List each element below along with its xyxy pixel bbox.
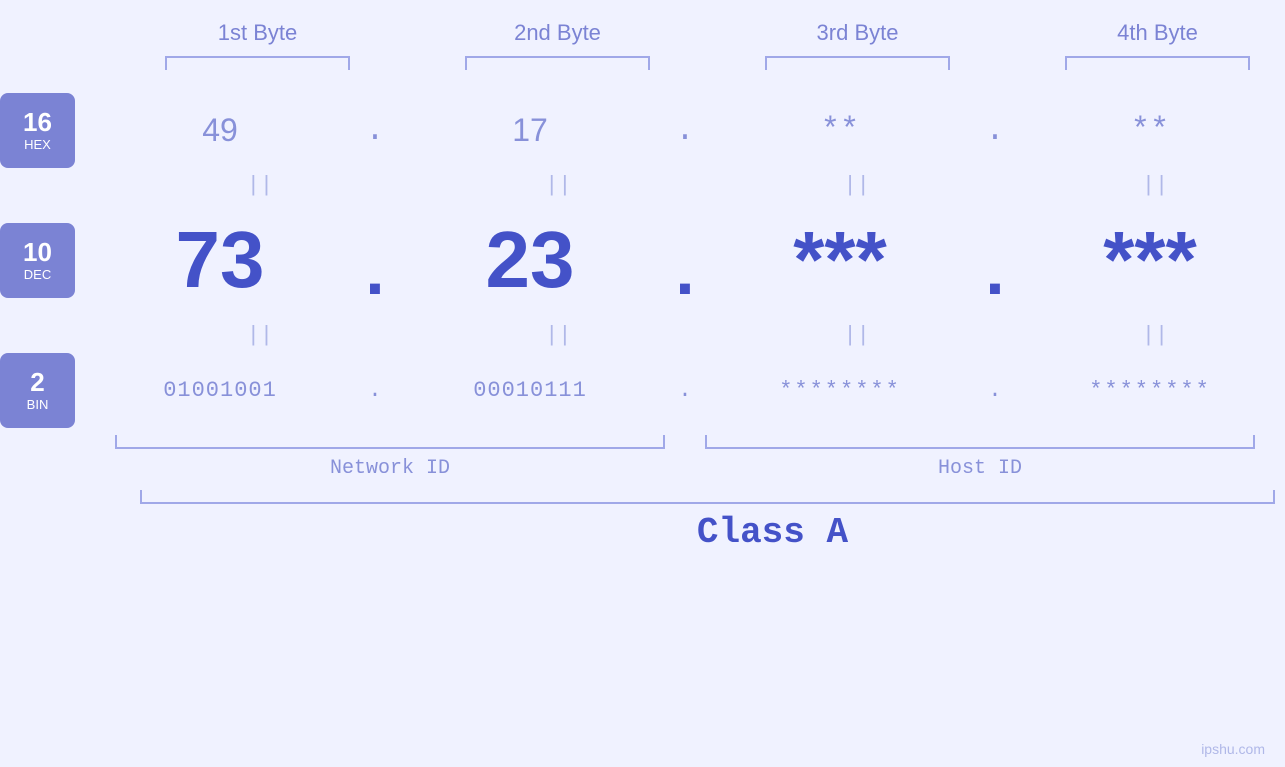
dec-b3-group: *** xyxy=(705,214,975,306)
bottom-brackets-row xyxy=(0,435,1285,449)
hex-dot2: . xyxy=(665,112,705,149)
hex-b4-group: ** xyxy=(1015,112,1285,149)
dec-badge-label: DEC xyxy=(24,267,51,282)
dec-dot3: . xyxy=(975,210,1015,310)
bin-b3: ******** xyxy=(779,378,901,403)
bin-b2-group: 00010111 xyxy=(395,378,665,403)
hex-dot1: . xyxy=(355,112,395,149)
bin-badge-label: BIN xyxy=(27,397,49,412)
dec-dot1: . xyxy=(355,210,395,310)
sep-dec-bin: || || || || xyxy=(130,320,1285,350)
dec-badge-cell: 10 DEC xyxy=(0,200,75,320)
sep-hex-dec-b2: || xyxy=(428,173,688,198)
class-bracket xyxy=(140,490,1275,504)
class-bracket-row xyxy=(0,490,1285,504)
class-label-row: Class A xyxy=(0,512,1285,553)
bracket-byte3 xyxy=(765,56,950,70)
sep-hex-dec-b1: || xyxy=(130,173,390,198)
dec-badge-num: 10 xyxy=(23,238,52,267)
dec-row-wrapper: 10 DEC 73 . 23 . *** . *** xyxy=(0,200,1285,320)
hex-dot3: . xyxy=(975,112,1015,149)
byte-headers: 1st Byte 2nd Byte 3rd Byte 4th Byte xyxy=(108,20,1285,46)
bin-dot3: . xyxy=(975,378,1015,403)
hex-badge-label: HEX xyxy=(24,137,51,152)
sep-hex-dec-b4: || xyxy=(1025,173,1285,198)
bin-badge: 2 BIN xyxy=(0,353,75,428)
dec-b3: *** xyxy=(793,214,886,306)
dec-b1: 73 xyxy=(176,214,265,306)
host-bracket xyxy=(705,435,1255,449)
id-labels-row: Network ID Host ID xyxy=(0,457,1285,480)
byte1-header: 1st Byte xyxy=(148,20,368,46)
byte2-header: 2nd Byte xyxy=(448,20,668,46)
bin-dot1: . xyxy=(355,378,395,403)
hex-badge-cell: 16 HEX xyxy=(0,90,75,170)
host-id-label: Host ID xyxy=(685,457,1275,480)
dec-badge: 10 DEC xyxy=(0,223,75,298)
hex-b1-group: 49 xyxy=(85,112,355,149)
hex-b2-group: 17 xyxy=(395,112,665,149)
byte4-header: 4th Byte xyxy=(1048,20,1268,46)
bin-b3-group: ******** xyxy=(705,378,975,403)
bin-b4: ******** xyxy=(1089,378,1211,403)
sep-dec-bin-b1: || xyxy=(130,323,390,348)
byte3-header: 3rd Byte xyxy=(748,20,968,46)
sep-hex-dec: || || || || xyxy=(130,170,1285,200)
sep-hex-dec-b3: || xyxy=(727,173,987,198)
bin-b1-group: 01001001 xyxy=(85,378,355,403)
id-labels-inner: Network ID Host ID xyxy=(85,457,1285,480)
bin-b2: 00010111 xyxy=(473,378,587,403)
network-bracket xyxy=(115,435,665,449)
bin-b4-group: ******** xyxy=(1015,378,1285,403)
bin-badge-cell: 2 BIN xyxy=(0,350,75,430)
dec-values: 73 . 23 . *** . *** xyxy=(75,200,1285,320)
hex-badge-num: 16 xyxy=(23,108,52,137)
bracket-byte2 xyxy=(465,56,650,70)
dec-b1-group: 73 xyxy=(85,214,355,306)
top-brackets xyxy=(108,56,1285,70)
hex-b4: ** xyxy=(1131,112,1169,149)
bin-row-wrapper: 2 BIN 01001001 . 00010111 . ******** . *… xyxy=(0,350,1285,430)
dec-b4-group: *** xyxy=(1015,214,1285,306)
sep-dec-bin-b4: || xyxy=(1025,323,1285,348)
dec-b2: 23 xyxy=(486,214,575,306)
hex-b2: 17 xyxy=(512,112,548,149)
hex-badge: 16 HEX xyxy=(0,93,75,168)
dec-b4: *** xyxy=(1103,214,1196,306)
bin-dot2: . xyxy=(665,378,705,403)
hex-values: 49 . 17 . ** . ** xyxy=(75,90,1285,170)
watermark: ipshu.com xyxy=(1201,741,1265,757)
bin-values: 01001001 . 00010111 . ******** . *******… xyxy=(75,350,1285,430)
network-id-label: Network ID xyxy=(95,457,685,480)
bin-badge-num: 2 xyxy=(30,368,44,397)
hex-b3-group: ** xyxy=(705,112,975,149)
dec-b2-group: 23 xyxy=(395,214,665,306)
dec-dot2: . xyxy=(665,210,705,310)
bracket-byte4 xyxy=(1065,56,1250,70)
network-bracket-group xyxy=(95,435,685,449)
sep-dec-bin-b2: || xyxy=(428,323,688,348)
hex-b1: 49 xyxy=(202,112,238,149)
class-label: Class A xyxy=(697,512,848,553)
sep-dec-bin-b3: || xyxy=(727,323,987,348)
bin-b1: 01001001 xyxy=(163,378,277,403)
main-container: 1st Byte 2nd Byte 3rd Byte 4th Byte 16 H… xyxy=(0,0,1285,767)
bottom-brackets-inner xyxy=(85,435,1285,449)
hex-b3: ** xyxy=(821,112,859,149)
host-bracket-group xyxy=(685,435,1275,449)
hex-row-wrapper: 16 HEX 49 . 17 . ** . ** xyxy=(0,90,1285,170)
bracket-byte1 xyxy=(165,56,350,70)
